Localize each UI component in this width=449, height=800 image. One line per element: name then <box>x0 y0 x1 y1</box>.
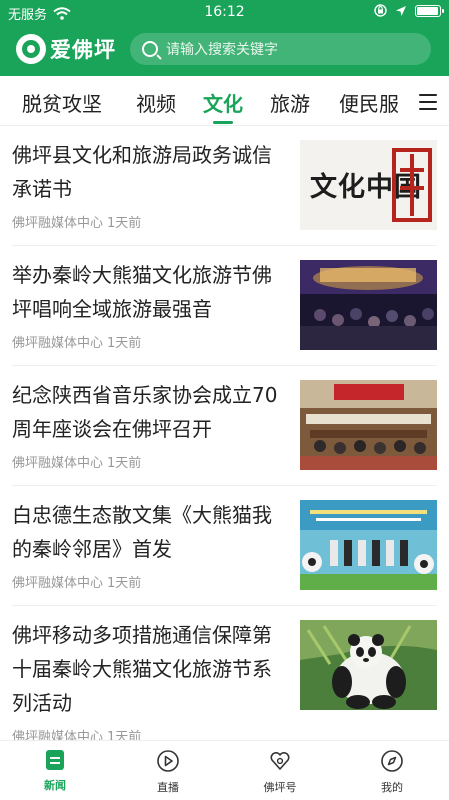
news-title: 佛坪县文化和旅游局政务诚信承诺书 <box>12 143 272 201</box>
location-icon <box>396 5 406 16</box>
news-time: 1天前 <box>107 456 142 471</box>
news-title: 佛坪移动多项措施通信保障第十届秦岭大熊猫文化旅游节系列活动 <box>12 623 272 715</box>
category-tabs: 脱贫攻坚 视频 文化 旅游 便民服 <box>0 76 449 126</box>
news-time: 1天前 <box>107 576 142 591</box>
tabbar-live-label: 直播 <box>157 781 179 794</box>
news-meta: 佛坪融媒体中心 1天前 <box>12 452 141 471</box>
logo-badge-icon <box>16 34 46 64</box>
news-title: 纪念陕西省音乐家协会成立70周年座谈会在佛坪召开 <box>12 383 278 441</box>
bottom-tab-bar: 新闻 直播 佛坪号 我的 <box>0 740 449 800</box>
news-thumbnail <box>300 620 437 710</box>
tab-video[interactable]: 视频 <box>136 88 176 117</box>
search-placeholder: 请输入搜索关键字 <box>166 42 278 58</box>
news-item[interactable]: 佛坪县文化和旅游局政务诚信承诺书 佛坪融媒体中心 1天前 文化中国 <box>0 126 449 246</box>
news-source: 佛坪融媒体中心 <box>12 576 104 591</box>
news-item[interactable]: 举办秦岭大熊猫文化旅游节佛坪唱响全域旅游最强音 佛坪融媒体中心 1天前 <box>0 246 449 366</box>
news-meta: 佛坪融媒体中心 1天前 <box>12 212 141 231</box>
news-item[interactable]: 佛坪移动多项措施通信保障第十届秦岭大熊猫文化旅游节系列活动 佛坪融媒体中心 1天… <box>0 606 449 745</box>
logo-text: 爱佛坪 <box>50 38 116 62</box>
battery-level <box>417 6 438 15</box>
tab-tourism[interactable]: 旅游 <box>270 88 310 117</box>
news-item[interactable]: 纪念陕西省音乐家协会成立70周年座谈会在佛坪召开 佛坪融媒体中心 1天前 <box>0 366 449 486</box>
news-title: 白忠德生态散文集《大熊猫我的秦岭邻居》首发 <box>12 503 272 561</box>
news-thumbnail <box>300 500 437 590</box>
orientation-lock-icon <box>374 4 387 17</box>
news-source: 佛坪融媒体中心 <box>12 216 104 231</box>
status-right <box>374 4 444 17</box>
news-icon <box>46 750 64 770</box>
news-time: 1天前 <box>107 216 142 231</box>
compass-icon <box>381 750 403 772</box>
menu-icon[interactable] <box>419 94 437 115</box>
search-bar[interactable]: 请输入搜索关键字 <box>130 33 431 65</box>
search-icon <box>142 41 158 57</box>
tab-services[interactable]: 便民服 <box>339 88 399 117</box>
tabbar-me[interactable]: 我的 <box>352 749 432 795</box>
news-thumbnail: 文化中国 <box>300 140 437 230</box>
tabbar-fopingtalk[interactable]: 佛坪号 <box>240 749 320 795</box>
app-logo[interactable]: 爱佛坪 <box>16 34 116 64</box>
heart-person-icon <box>270 751 290 770</box>
tabbar-me-label: 我的 <box>381 781 403 794</box>
battery-icon <box>415 4 444 17</box>
news-time: 1天前 <box>107 336 142 351</box>
active-tab-indicator <box>213 121 233 124</box>
news-meta: 佛坪融媒体中心 1天前 <box>12 332 141 351</box>
play-circle-icon <box>157 750 179 772</box>
news-item[interactable]: 白忠德生态散文集《大熊猫我的秦岭邻居》首发 佛坪融媒体中心 1天前 <box>0 486 449 606</box>
tab-culture[interactable]: 文化 <box>203 88 243 117</box>
news-source: 佛坪融媒体中心 <box>12 336 104 351</box>
tabbar-live[interactable]: 直播 <box>128 749 208 795</box>
tabbar-news[interactable]: 新闻 <box>15 749 95 793</box>
tabbar-news-label: 新闻 <box>44 779 66 792</box>
news-thumbnail <box>300 380 437 470</box>
tabbar-fopingtalk-label: 佛坪号 <box>263 781 297 794</box>
news-source: 佛坪融媒体中心 <box>12 456 104 471</box>
status-bar: 无服务 16:12 <box>0 0 449 24</box>
news-title: 举办秦岭大熊猫文化旅游节佛坪唱响全域旅游最强音 <box>12 263 272 321</box>
app-header: 爱佛坪 请输入搜索关键字 <box>0 28 449 72</box>
tab-poverty-alleviation[interactable]: 脱贫攻坚 <box>22 88 102 117</box>
news-meta: 佛坪融媒体中心 1天前 <box>12 572 141 591</box>
news-thumbnail <box>300 260 437 350</box>
